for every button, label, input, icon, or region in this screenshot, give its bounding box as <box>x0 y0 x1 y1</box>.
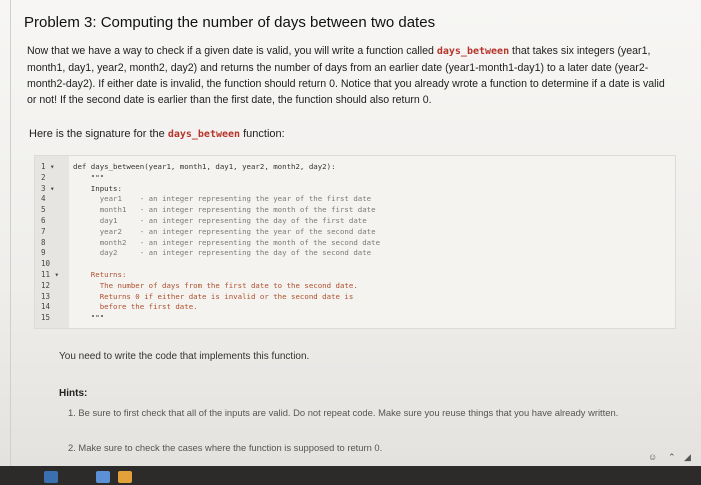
hint-1: 1. Be sure to first check that all of th… <box>68 407 619 418</box>
line-number: 13 <box>41 291 51 301</box>
line-number: 4 <box>41 194 46 204</box>
line-number-gutter: 1 ▾ 2 3 ▾ 4 5 6 7 8 9 10 11 ▾ 12 13 14 15 <box>35 156 69 328</box>
taskbar-app-icon[interactable] <box>44 471 58 483</box>
line-number: 5 <box>41 205 46 215</box>
code-line: The number of days from the first date t… <box>73 280 358 290</box>
signature-prefix: Here is the signature for the <box>29 128 165 140</box>
line-number: 6 <box>41 216 46 225</box>
people-icon[interactable]: ☺ <box>648 452 657 462</box>
line-number: 3 ▾ <box>41 183 55 193</box>
problem-page: Problem 3: Computing the number of days … <box>10 0 697 468</box>
line-number: 10 <box>41 259 51 269</box>
line-number: 14 <box>41 302 51 312</box>
line-number: 12 <box>41 280 51 290</box>
code-line: def days_between(year1, month1, day1, ye… <box>73 162 336 171</box>
signature-suffix: function: <box>243 128 285 140</box>
hint-2: 2. Make sure to check the cases where th… <box>68 442 383 453</box>
code-line: """ <box>73 313 105 323</box>
code-line: Returns 0 if either date is invalid or t… <box>73 291 354 301</box>
line-number: 11 ▾ <box>41 270 60 279</box>
wifi-icon[interactable]: ◢ <box>684 452 691 463</box>
line-number: 7 <box>41 226 46 236</box>
code-line: before the first date. <box>73 302 198 312</box>
code-line: day2 - an integer representing the day o… <box>73 248 372 258</box>
signature-intro: Here is the signature for the days_betwe… <box>29 128 285 140</box>
line-number: 1 ▾ <box>41 162 55 171</box>
taskbar-app-icon[interactable] <box>96 471 110 483</box>
function-name: days_between <box>436 46 510 57</box>
code-line: year2 - an integer representing the year… <box>73 226 376 236</box>
chevron-up-icon[interactable]: ⌃ <box>668 452 676 463</box>
problem-title: Problem 3: Computing the number of days … <box>24 14 436 31</box>
signature-function-name: days_between <box>167 129 241 140</box>
line-number: 8 <box>41 237 46 247</box>
instruction-text: You need to write the code that implemen… <box>59 351 310 362</box>
code-line: """ <box>73 172 105 182</box>
taskbar-app-icon[interactable] <box>118 471 132 483</box>
hints-heading: Hints: <box>59 388 88 399</box>
problem-intro: Now that we have a way to check if a giv… <box>27 43 677 108</box>
line-number: 9 <box>41 248 46 258</box>
code-editor[interactable]: 1 ▾ 2 3 ▾ 4 5 6 7 8 9 10 11 ▾ 12 13 14 15 def days_bet… <box>34 155 676 329</box>
line-number: 15 <box>41 313 51 323</box>
line-number: 2 <box>41 172 46 182</box>
code-line: Returns: <box>73 270 127 279</box>
code-line: month2 - an integer representing the mon… <box>73 237 381 247</box>
code-line: month1 - an integer representing the mon… <box>73 205 376 215</box>
code-line: day1 - an integer representing the day o… <box>73 216 367 225</box>
code-line: Inputs: <box>73 183 122 193</box>
intro-text-before: Now that we have a way to check if a giv… <box>27 45 434 57</box>
code-line: year1 - an integer representing the year… <box>73 194 372 204</box>
screen: Problem 3: Computing the number of days … <box>0 0 701 468</box>
